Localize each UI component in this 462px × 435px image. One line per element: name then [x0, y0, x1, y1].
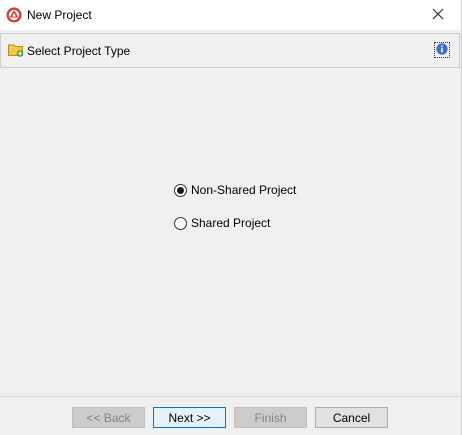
back-button[interactable]: << Back — [72, 407, 145, 428]
app-logo-icon — [6, 7, 22, 23]
folder-add-icon — [8, 43, 24, 57]
button-bar: << Back Next >> Finish Cancel — [0, 397, 461, 435]
page-title: Select Project Type — [27, 44, 131, 58]
radio-button-unselected[interactable] — [174, 216, 187, 230]
new-project-dialog: New Project Select Project Type Non-Shar… — [0, 0, 462, 435]
radio-button-selected[interactable] — [174, 183, 187, 197]
window-title: New Project — [27, 8, 92, 22]
title-bar: New Project — [0, 0, 461, 30]
radio-label-shared: Shared Project — [191, 216, 271, 230]
close-button[interactable] — [415, 0, 461, 30]
next-button[interactable]: Next >> — [153, 407, 226, 428]
radio-shared-project[interactable]: Shared Project — [174, 215, 270, 231]
cancel-button[interactable]: Cancel — [315, 407, 388, 428]
radio-non-shared-project[interactable]: Non-Shared Project — [174, 182, 296, 198]
finish-button[interactable]: Finish — [234, 407, 307, 428]
project-type-panel: Non-Shared Project Shared Project — [0, 68, 460, 397]
wizard-header: Select Project Type — [0, 33, 460, 68]
close-icon — [432, 8, 444, 23]
radio-label-non-shared: Non-Shared Project — [191, 183, 297, 197]
info-icon — [436, 42, 448, 58]
info-button[interactable] — [434, 42, 450, 58]
